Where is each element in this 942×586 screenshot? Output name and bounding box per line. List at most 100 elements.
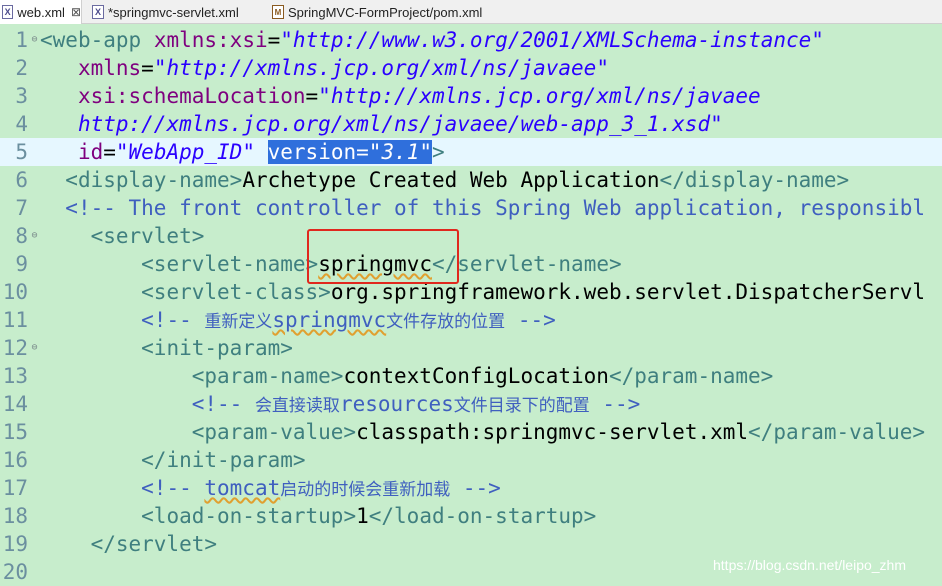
code-line: 12 ⊖ <init-param> bbox=[0, 334, 942, 362]
code-line: 10 <servlet-class>org.springframework.we… bbox=[0, 278, 942, 306]
comment-text: 会直接读取 bbox=[254, 396, 340, 416]
code-line: 14 <!-- 会直接读取resources文件目录下的配置 --> bbox=[0, 390, 942, 418]
code-line: 18 <load-on-startup>1</load-on-startup> bbox=[0, 502, 942, 530]
element-text: 1 bbox=[356, 504, 369, 528]
close-icon[interactable]: ⊠ bbox=[71, 5, 81, 19]
attr-eq: = bbox=[356, 140, 369, 164]
tag-open: <servlet-class> bbox=[141, 280, 331, 304]
tag-open: <param-name> bbox=[191, 364, 344, 388]
editor-tab-bar: X web.xml ⊠ X *springmvc-servlet.xml M S… bbox=[0, 0, 942, 24]
comment-close: --> bbox=[505, 308, 556, 332]
code-editor[interactable]: 1 ⊖ <web-app xmlns:xsi="http://www.w3.or… bbox=[0, 24, 942, 585]
comment-text: 文件存放的位置 bbox=[386, 312, 506, 332]
xml-file-icon: X bbox=[2, 5, 14, 19]
tab-pom-xml[interactable]: M SpringMVC-FormProject/pom.xml bbox=[272, 0, 512, 24]
comment-close: --> bbox=[450, 476, 501, 500]
tag: <init-param> bbox=[141, 336, 293, 360]
comment-text: 文件目录下的配置 bbox=[453, 396, 590, 416]
line-number: 12 bbox=[2, 336, 28, 360]
maven-file-icon: M bbox=[272, 5, 284, 19]
tag-close: > bbox=[432, 140, 445, 164]
line-number: 9 bbox=[15, 252, 28, 276]
comment-word: tomcat bbox=[204, 476, 281, 500]
selected-text[interactable]: version="3.1" bbox=[267, 140, 433, 164]
line-number: 5 bbox=[15, 140, 28, 164]
line-number: 2 bbox=[15, 56, 28, 80]
code-line: 2 xmlns="http://xmlns.jcp.org/xml/ns/jav… bbox=[0, 54, 942, 82]
code-line: 16 </init-param> bbox=[0, 446, 942, 474]
attr-name: id bbox=[77, 140, 104, 164]
tag-close: </display-name> bbox=[659, 168, 850, 192]
attr-eq: = bbox=[305, 84, 319, 108]
tag-close: </param-value> bbox=[748, 420, 926, 444]
code-line: 19 </servlet> bbox=[0, 530, 942, 558]
element-text: Archetype Created Web Application bbox=[242, 168, 660, 192]
current-line: 5 id="WebApp_ID" version="3.1"> bbox=[0, 138, 942, 166]
attr-name: version bbox=[267, 140, 357, 164]
tag-open: <servlet-name bbox=[141, 252, 306, 276]
tab-label: SpringMVC-FormProject/pom.xml bbox=[288, 4, 483, 20]
line-number: 16 bbox=[2, 448, 28, 472]
watermark: https://blog.csdn.net/leipo_zhm bbox=[713, 557, 907, 573]
line-number: 3 bbox=[15, 84, 28, 108]
tag-open: <param-value> bbox=[191, 420, 357, 444]
attr-value: "http://xmlns.jcp.org/xml/ns/javaee bbox=[318, 84, 761, 108]
code-line: 4 http://xmlns.jcp.org/xml/ns/javaee/web… bbox=[0, 110, 942, 138]
tab-label: web.xml bbox=[17, 4, 65, 20]
tag-name: web-app bbox=[52, 28, 142, 52]
tag-open: < bbox=[40, 28, 53, 52]
fold-toggle-icon[interactable]: ⊖ bbox=[30, 26, 39, 54]
line-number: 4 bbox=[15, 112, 28, 136]
attr-name: xsi:schemaLocation bbox=[77, 84, 306, 108]
attr-value: "WebApp_ID" bbox=[115, 140, 255, 164]
attr-name: xmlns bbox=[77, 56, 142, 80]
code-line: 7 <!-- The front controller of this Spri… bbox=[0, 194, 942, 222]
attr-name: xmlns:xsi bbox=[153, 28, 268, 52]
comment-text: 重新定义 bbox=[204, 312, 273, 332]
tag: <servlet> bbox=[90, 224, 205, 248]
comment: <!-- The front controller of this Spring… bbox=[65, 196, 926, 220]
attr-value: "http://xmlns.jcp.org/xml/ns/javaee" bbox=[153, 56, 609, 80]
tag-close: </load-on-startup> bbox=[368, 504, 597, 528]
line-number: 11 bbox=[2, 308, 28, 332]
element-text: contextConfigLocation bbox=[343, 364, 609, 388]
line-number: 10 bbox=[2, 280, 28, 304]
code-line: 6 <display-name>Archetype Created Web Ap… bbox=[0, 166, 942, 194]
tab-springmvc-servlet-xml[interactable]: X *springmvc-servlet.xml bbox=[92, 0, 262, 24]
xml-file-icon: X bbox=[92, 5, 104, 19]
code-line: 9 <servlet-name>springmvc</servlet-name> bbox=[0, 250, 942, 278]
attr-value: http://xmlns.jcp.org/xml/ns/javaee/web-a… bbox=[77, 112, 723, 136]
comment-word: springmvc bbox=[272, 308, 387, 332]
tag: </init-param> bbox=[141, 448, 306, 472]
fold-toggle-icon[interactable]: ⊖ bbox=[30, 334, 39, 362]
line-number: 17 bbox=[2, 476, 28, 500]
attr-eq: = bbox=[141, 56, 154, 80]
comment-open: <!-- bbox=[191, 392, 255, 416]
code-line: 11 <!-- 重新定义springmvc文件存放的位置 --> bbox=[0, 306, 942, 334]
annotation-highlight-box bbox=[307, 229, 459, 284]
tag: </servlet> bbox=[90, 532, 218, 556]
comment-open: <!-- bbox=[141, 476, 205, 500]
code-line: 1 ⊖ <web-app xmlns:xsi="http://www.w3.or… bbox=[0, 26, 942, 54]
code-line: 17 <!-- tomcat启动的时候会重新加载 --> bbox=[0, 474, 942, 502]
line-number: 15 bbox=[2, 420, 28, 444]
element-text: classpath:springmvc-servlet.xml bbox=[356, 420, 749, 444]
code-line: 13 <param-name>contextConfigLocation</pa… bbox=[0, 362, 942, 390]
line-number: 7 bbox=[15, 196, 28, 220]
tab-web-xml[interactable]: X web.xml ⊠ bbox=[0, 0, 82, 24]
line-number: 13 bbox=[2, 364, 28, 388]
tag-close: </param-name> bbox=[608, 364, 774, 388]
line-number: 8 bbox=[15, 224, 28, 248]
attr-value: "3.1" bbox=[368, 140, 433, 164]
attr-eq: = bbox=[267, 28, 281, 52]
tag-open: <display-name> bbox=[65, 168, 243, 192]
comment-close: --> bbox=[589, 392, 641, 416]
line-number: 14 bbox=[2, 392, 28, 416]
code-line: 8 ⊖ <servlet> bbox=[0, 222, 942, 250]
tag-close: </servlet-name> bbox=[431, 252, 622, 276]
attr-eq: = bbox=[103, 140, 116, 164]
comment-word: resources bbox=[339, 392, 454, 416]
attr-value: "http://www.w3.org/2001/XMLSchema-instan… bbox=[280, 28, 824, 52]
line-number: 6 bbox=[15, 168, 28, 192]
fold-toggle-icon[interactable]: ⊖ bbox=[30, 222, 39, 250]
